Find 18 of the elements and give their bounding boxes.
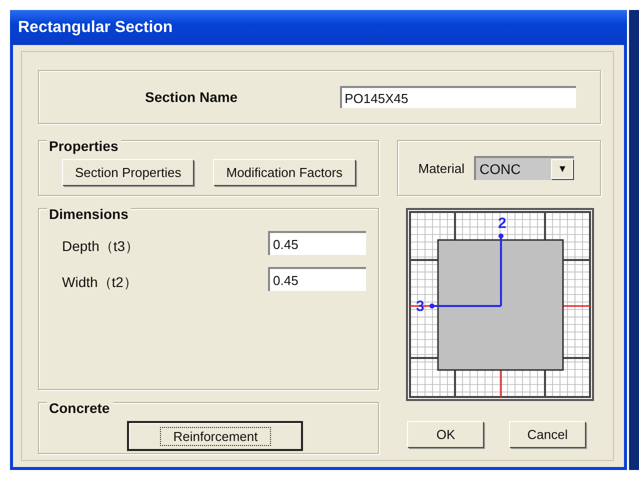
reinforcement-button[interactable]: Reinforcement bbox=[129, 423, 301, 449]
group-title: Concrete bbox=[47, 400, 113, 416]
material-dropdown[interactable]: CONC ▼ bbox=[474, 156, 574, 180]
dimension-label: Depth（t3） bbox=[62, 238, 140, 256]
dialog-button[interactable]: Cancel bbox=[509, 421, 585, 447]
dialog-button[interactable]: Section Properties bbox=[62, 159, 194, 185]
axis-label: 2 bbox=[498, 215, 507, 232]
window-title: Rectangular Section bbox=[18, 18, 173, 36]
dialog-button[interactable]: Modification Factors bbox=[213, 159, 355, 185]
section-name-field[interactable]: PO145X45 bbox=[340, 86, 576, 108]
dialog-button[interactable]: OK bbox=[407, 421, 484, 447]
dimension-field[interactable]: 0.45 bbox=[268, 267, 366, 291]
material-label: Material bbox=[418, 160, 464, 176]
section-name-label: Section Name bbox=[145, 89, 238, 105]
dimension-field[interactable]: 0.45 bbox=[268, 231, 366, 255]
group-title: Properties bbox=[47, 138, 122, 154]
group-title: Dimensions bbox=[47, 206, 132, 222]
dimension-label: Width（t2） bbox=[62, 274, 138, 292]
